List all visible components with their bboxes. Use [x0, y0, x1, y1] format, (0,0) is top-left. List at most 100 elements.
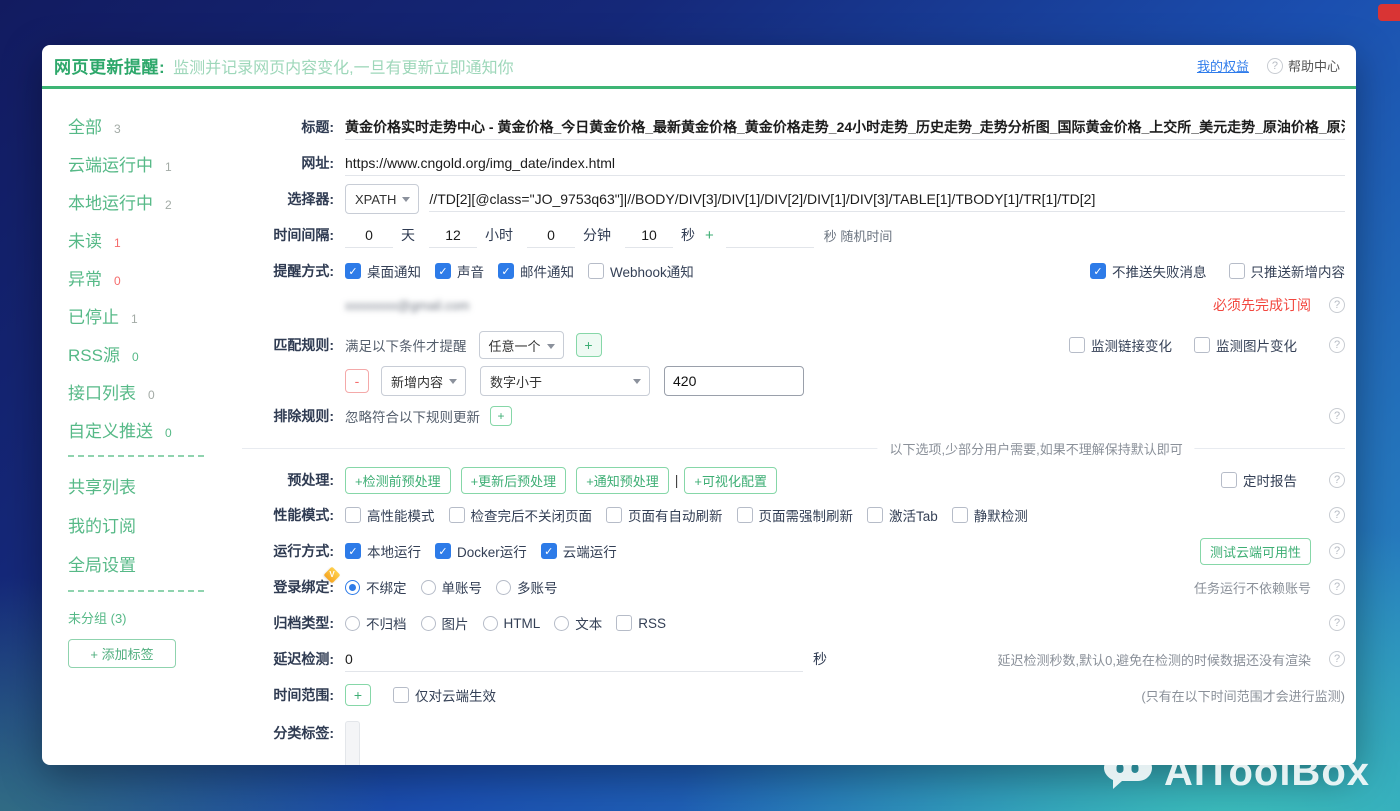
checkbox-icon[interactable]	[606, 507, 622, 523]
checkbox-icon[interactable]	[1221, 472, 1237, 488]
checkbox-icon[interactable]	[345, 543, 361, 559]
sidebar-item-error[interactable]: 异常0	[68, 265, 242, 290]
delay-seconds-input[interactable]	[345, 646, 803, 672]
selector-type-select[interactable]: XPATH	[345, 184, 419, 214]
image-archive-option[interactable]: 图片	[421, 613, 469, 633]
add-tag-button[interactable]: + 添加标签	[68, 639, 176, 668]
interval-seconds-input[interactable]	[625, 222, 673, 248]
interval-hours-input[interactable]	[429, 222, 477, 248]
sidebar-item-my-subscriptions[interactable]: 我的订阅	[68, 512, 242, 537]
sidebar-item-api-list[interactable]: 接口列表0	[68, 379, 242, 404]
condition-value-input[interactable]	[664, 366, 804, 396]
checkbox-icon[interactable]	[345, 507, 361, 523]
radio-icon[interactable]	[554, 616, 569, 631]
radio-icon[interactable]	[496, 580, 511, 595]
post-update-preprocess-button[interactable]: +更新后预处理	[461, 467, 567, 494]
checkbox-icon[interactable]	[498, 263, 514, 279]
url-input[interactable]	[345, 150, 1345, 176]
radio-icon[interactable]	[345, 580, 360, 595]
checkbox-icon[interactable]	[867, 507, 883, 523]
text-archive-option[interactable]: 文本	[554, 613, 602, 633]
interval-days-input[interactable]	[345, 222, 393, 248]
visual-config-button[interactable]: +可视化配置	[684, 467, 777, 494]
high-performance-option[interactable]: 高性能模式	[345, 505, 435, 525]
help-icon[interactable]: ?	[1329, 615, 1345, 631]
add-random-icon[interactable]: +	[705, 227, 714, 244]
checkbox-icon[interactable]	[588, 263, 604, 279]
checkbox-icon[interactable]	[1229, 263, 1245, 279]
sidebar-item-local-running[interactable]: 本地运行中2	[68, 189, 242, 214]
cloud-run-option[interactable]: 云端运行	[541, 541, 617, 561]
radio-icon[interactable]	[345, 616, 360, 631]
radio-icon[interactable]	[421, 616, 436, 631]
docker-run-option[interactable]: Docker运行	[435, 541, 527, 561]
desktop-notify-option[interactable]: 桌面通知	[345, 261, 421, 281]
auto-refresh-page-option[interactable]: 页面有自动刷新	[606, 505, 723, 525]
sidebar-item-all[interactable]: 全部3	[68, 113, 242, 138]
random-seconds-input[interactable]	[726, 222, 814, 248]
test-cloud-availability-button[interactable]: 测试云端可用性	[1200, 538, 1311, 565]
remove-condition-button[interactable]: -	[345, 369, 369, 393]
radio-icon[interactable]	[421, 580, 436, 595]
selector-input[interactable]	[429, 186, 1345, 212]
help-icon[interactable]: ?	[1329, 297, 1345, 313]
add-exclude-rule-button[interactable]: +	[490, 406, 512, 426]
checkbox-icon[interactable]	[737, 507, 753, 523]
condition-field-select[interactable]: 新增内容	[381, 366, 466, 396]
checkbox-icon[interactable]	[345, 263, 361, 279]
email-notify-option[interactable]: 邮件通知	[498, 261, 574, 281]
interval-minutes-input[interactable]	[527, 222, 575, 248]
help-icon[interactable]: ?	[1329, 651, 1345, 667]
no-archive-option[interactable]: 不归档	[345, 613, 407, 633]
html-archive-option[interactable]: HTML	[483, 616, 541, 631]
checkbox-icon[interactable]	[541, 543, 557, 559]
checkbox-icon[interactable]	[1194, 337, 1210, 353]
local-run-option[interactable]: 本地运行	[345, 541, 421, 561]
help-icon[interactable]: ?	[1329, 579, 1345, 595]
pre-check-preprocess-button[interactable]: +检测前预处理	[345, 467, 451, 494]
checkbox-icon[interactable]	[1090, 263, 1106, 279]
help-icon[interactable]: ?	[1329, 543, 1345, 559]
help-center-link[interactable]: ? 帮助中心	[1267, 56, 1340, 75]
help-icon[interactable]: ?	[1329, 408, 1345, 424]
condition-operator-select[interactable]: 数字小于	[480, 366, 650, 396]
help-icon[interactable]: ?	[1329, 337, 1345, 353]
force-refresh-page-option[interactable]: 页面需强制刷新	[737, 505, 854, 525]
multi-account-option[interactable]: 多账号	[496, 577, 558, 597]
help-icon[interactable]: ?	[1329, 507, 1345, 523]
sidebar-item-shared-list[interactable]: 共享列表	[68, 473, 242, 498]
activate-tab-option[interactable]: 激活Tab	[867, 505, 938, 525]
title-input[interactable]	[345, 114, 1345, 140]
monitor-link-change-option[interactable]: 监测链接变化	[1069, 335, 1172, 355]
match-mode-select[interactable]: 任意一个	[479, 331, 564, 359]
checkbox-icon[interactable]	[393, 687, 409, 703]
sidebar-item-unread[interactable]: 未读1	[68, 227, 242, 252]
sound-option[interactable]: 声音	[435, 261, 484, 281]
help-icon[interactable]: ?	[1329, 472, 1345, 488]
only-new-content-option[interactable]: 只推送新增内容	[1229, 261, 1346, 281]
cloud-only-option[interactable]: 仅对云端生效	[393, 685, 496, 705]
checkbox-icon[interactable]	[616, 615, 632, 631]
checkbox-icon[interactable]	[449, 507, 465, 523]
checkbox-icon[interactable]	[1069, 337, 1085, 353]
notify-preprocess-button[interactable]: +通知预处理	[576, 467, 669, 494]
tags-input[interactable]	[345, 721, 360, 765]
add-time-range-button[interactable]: +	[345, 684, 371, 706]
single-account-option[interactable]: 单账号	[421, 577, 483, 597]
rss-archive-option[interactable]: RSS	[616, 615, 666, 631]
checkbox-icon[interactable]	[952, 507, 968, 523]
scheduled-report-option[interactable]: 定时报告	[1221, 470, 1297, 490]
radio-icon[interactable]	[483, 616, 498, 631]
checkbox-icon[interactable]	[435, 263, 451, 279]
webhook-notify-option[interactable]: Webhook通知	[588, 261, 694, 281]
silent-check-option[interactable]: 静默检测	[952, 505, 1028, 525]
checkbox-icon[interactable]	[435, 543, 451, 559]
sidebar-item-rss[interactable]: RSS源0	[68, 341, 242, 366]
sidebar-item-global-settings[interactable]: 全局设置	[68, 551, 242, 576]
sidebar-item-cloud-running[interactable]: 云端运行中1	[68, 151, 242, 176]
add-condition-button[interactable]: +	[576, 333, 602, 357]
sidebar-item-custom-push[interactable]: 自定义推送0	[68, 417, 242, 442]
monitor-image-change-option[interactable]: 监测图片变化	[1194, 335, 1297, 355]
no-fail-push-option[interactable]: 不推送失败消息	[1090, 261, 1207, 281]
ungrouped-label[interactable]: 未分组 (3)	[68, 608, 242, 627]
